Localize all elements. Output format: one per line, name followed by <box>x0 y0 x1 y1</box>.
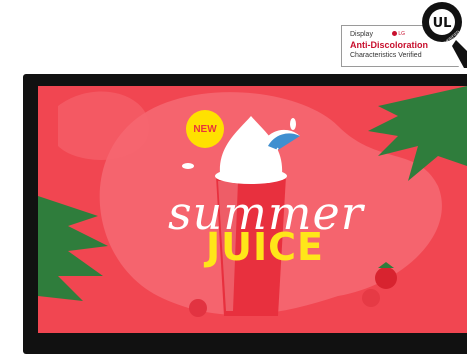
new-badge: NEW <box>186 110 224 148</box>
ul-verified-mark-icon: UL VERIFIED <box>422 2 467 68</box>
headline-juice: JUICE <box>206 225 324 269</box>
new-label: NEW <box>193 123 217 135</box>
ul-logo-text: UL <box>433 16 452 31</box>
background-blob-small <box>58 91 150 160</box>
